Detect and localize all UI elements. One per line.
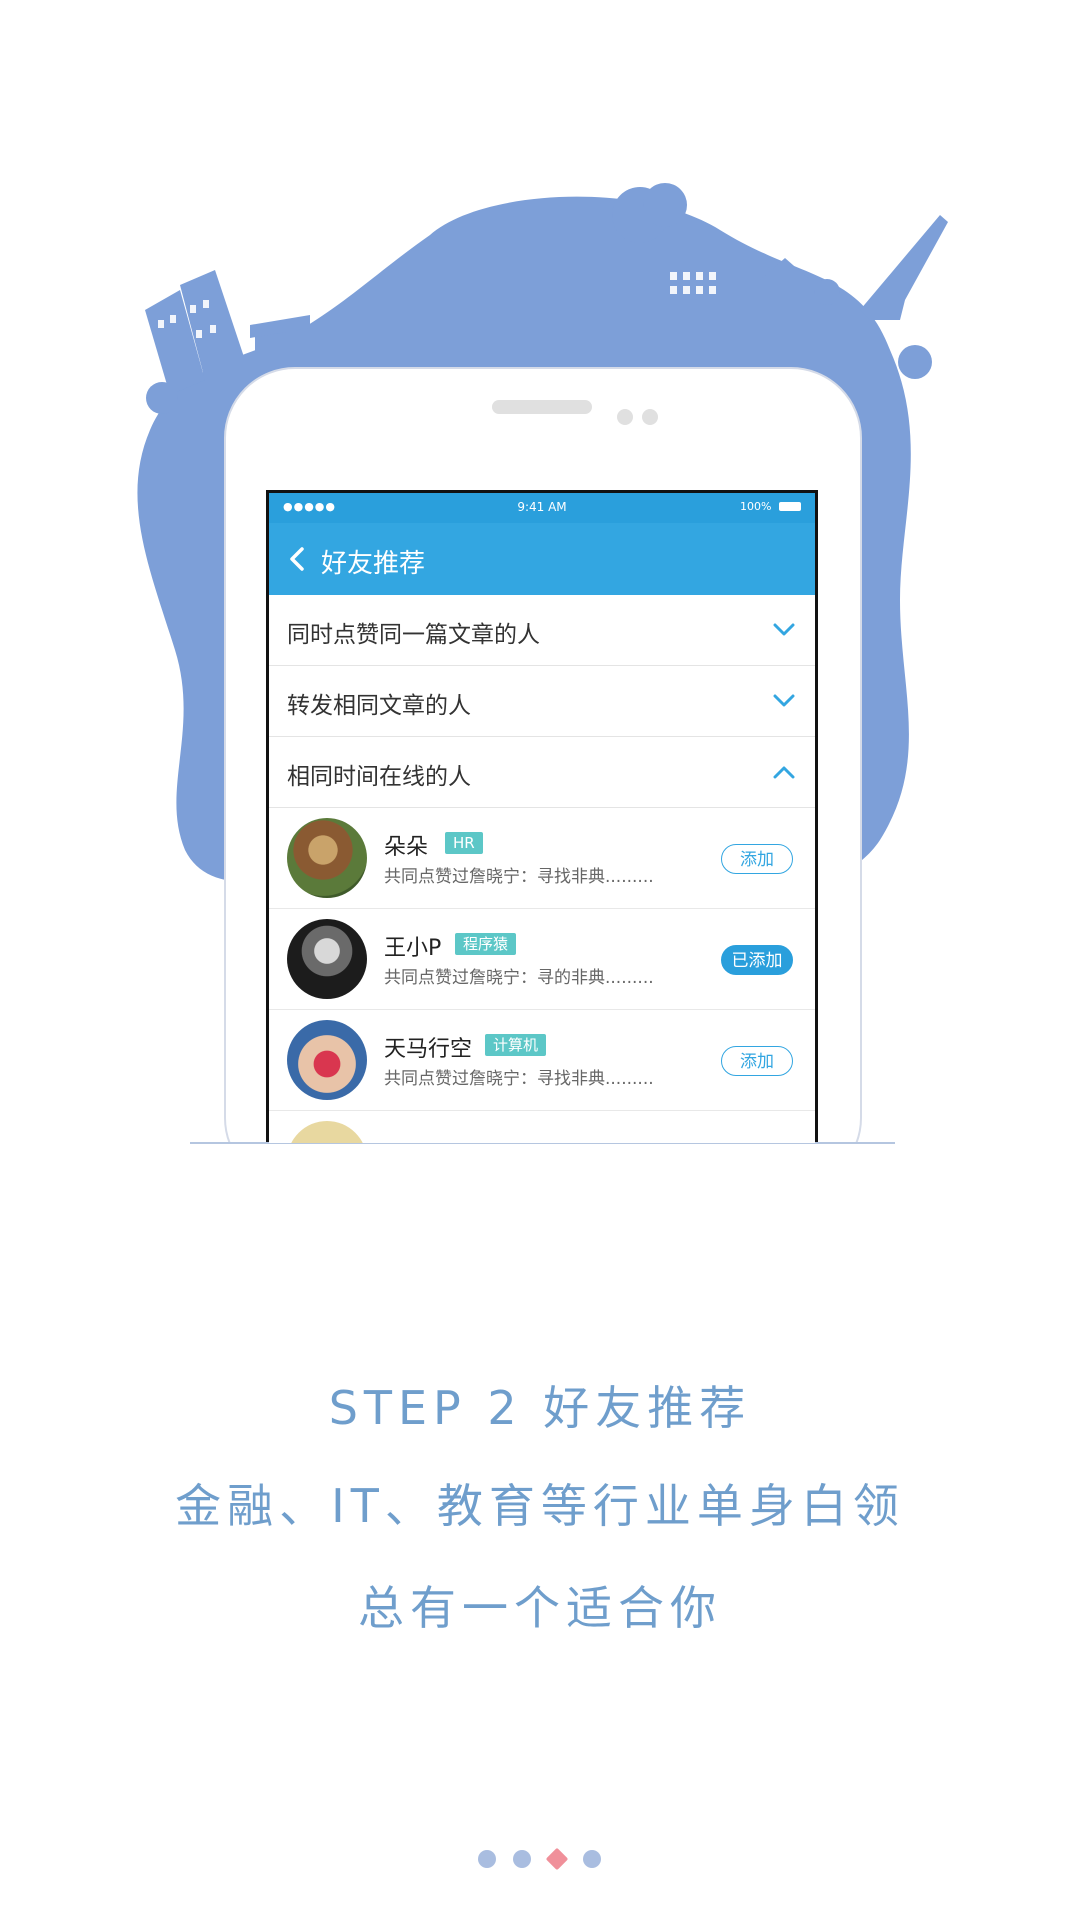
job-tag: 计算机 [485, 1034, 547, 1056]
back-arrow-icon[interactable] [285, 545, 309, 573]
phone-speaker [492, 400, 592, 414]
friend-name: 王小P [384, 936, 442, 961]
caption-tagline: 总有一个适合你 [358, 1581, 722, 1635]
friend-row[interactable]: 王小P 程序猿 共同点赞过詹晓宁：寻的非典......... 已添加 [269, 909, 815, 1010]
avatar [287, 818, 367, 898]
section-shared-same-article[interactable]: 转发相同文章的人 [269, 666, 815, 737]
battery-indicator: 100% [740, 500, 801, 513]
friend-description: 共同点赞过詹晓宁：寻找非典......... [384, 1069, 654, 1089]
job-tag: HR [445, 832, 483, 854]
avatar [287, 1121, 367, 1143]
friend-row-partial [269, 1111, 815, 1143]
caption-subtitle: 金融、IT、教育等行业单身白领 [175, 1479, 905, 1533]
add-friend-button[interactable]: 添加 [721, 1046, 793, 1076]
page-dot[interactable] [513, 1850, 531, 1868]
chevron-down-icon [773, 694, 795, 707]
phone-screen: ●●●●● 9:41 AM 100% 好友推荐 同时点赞同一篇文章的人 转发相同… [269, 493, 815, 1143]
friend-name: 朵朵 [384, 835, 429, 860]
section-online-same-time[interactable]: 相同时间在线的人 [269, 737, 815, 808]
nav-bar: 好友推荐 [269, 523, 815, 595]
status-time: 9:41 AM [517, 500, 567, 514]
friend-row[interactable]: 天马行空 计算机 共同点赞过詹晓宁：寻找非典......... 添加 [269, 1010, 815, 1111]
page-title: 好友推荐 [321, 549, 426, 579]
friend-row[interactable]: 朵朵 HR 共同点赞过詹晓宁：寻找非典......... 添加 [269, 808, 815, 909]
battery-percent: 100% [740, 500, 772, 513]
avatar [287, 1020, 367, 1100]
caption-step-title: STEP 2 好友推荐 [328, 1381, 752, 1435]
section-label: 同时点赞同一篇文章的人 [287, 622, 540, 648]
chevron-up-icon [773, 766, 795, 779]
section-label: 相同时间在线的人 [287, 764, 471, 790]
chevron-down-icon [773, 623, 795, 636]
job-tag: 程序猿 [455, 933, 517, 955]
page-dot-active[interactable] [545, 1847, 569, 1871]
add-friend-button[interactable]: 添加 [721, 844, 793, 874]
page-dot[interactable] [583, 1850, 601, 1868]
friend-description: 共同点赞过詹晓宁：寻的非典......... [384, 968, 654, 988]
battery-icon [779, 502, 801, 511]
section-liked-same-article[interactable]: 同时点赞同一篇文章的人 [269, 595, 815, 666]
page-indicator [0, 1847, 1080, 1872]
avatar [287, 919, 367, 999]
phone-camera [617, 409, 633, 425]
friend-name: 天马行空 [384, 1037, 473, 1062]
page-dot[interactable] [478, 1850, 496, 1868]
added-friend-button[interactable]: 已添加 [721, 945, 793, 975]
status-bar: ●●●●● 9:41 AM 100% [269, 493, 815, 523]
friend-description: 共同点赞过詹晓宁：寻找非典......... [384, 867, 654, 887]
section-label: 转发相同文章的人 [287, 693, 471, 719]
